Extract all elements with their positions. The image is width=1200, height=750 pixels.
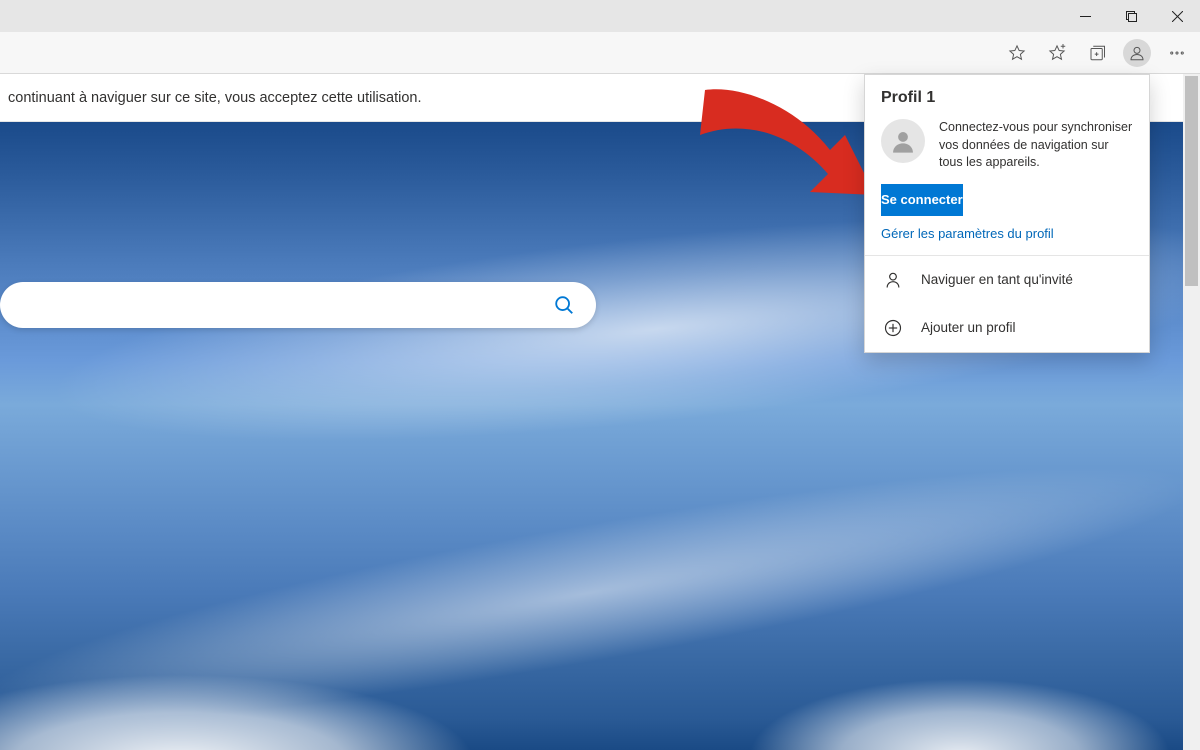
collections-icon (1088, 44, 1106, 62)
favorite-button[interactable] (1000, 36, 1034, 70)
search-icon (553, 294, 575, 316)
cookie-consent-text: continuant à naviguer sur ce site, vous … (8, 90, 421, 106)
scrollbar-thumb[interactable] (1185, 76, 1198, 286)
add-favorite-icon (1048, 44, 1066, 62)
profile-avatar-large (881, 119, 925, 163)
add-profile-label: Ajouter un profil (921, 320, 1016, 335)
close-icon (1172, 11, 1183, 22)
profile-button[interactable] (1120, 36, 1154, 70)
browse-as-guest-item[interactable]: Naviguer en tant qu'invité (865, 256, 1149, 304)
add-favorite-button[interactable] (1040, 36, 1074, 70)
add-profile-item[interactable]: Ajouter un profil (865, 304, 1149, 352)
more-button[interactable] (1160, 36, 1194, 70)
maximize-button[interactable] (1108, 0, 1154, 32)
collections-button[interactable] (1080, 36, 1114, 70)
sign-in-button[interactable]: Se connecter (881, 184, 963, 216)
profile-flyout: Profil 1 Connectez-vous pour synchronise… (864, 74, 1150, 353)
plus-circle-icon (883, 318, 903, 338)
search-box[interactable] (0, 282, 596, 328)
browser-toolbar (0, 32, 1200, 74)
profile-sync-row: Connectez-vous pour synchroniser vos don… (865, 111, 1149, 184)
maximize-icon (1126, 11, 1137, 22)
profile-flyout-title: Profil 1 (865, 75, 1149, 111)
browse-as-guest-label: Naviguer en tant qu'invité (921, 272, 1073, 287)
profile-sync-description: Connectez-vous pour synchroniser vos don… (939, 119, 1133, 172)
search-input[interactable] (20, 297, 544, 314)
sign-in-label: Se connecter (881, 192, 963, 207)
vertical-scrollbar[interactable] (1183, 74, 1200, 750)
decorative-cloud (0, 562, 600, 750)
search-button[interactable] (544, 285, 584, 325)
browser-window: continuant à naviguer sur ce site, vous … (0, 0, 1200, 750)
decorative-cloud (660, 580, 1200, 750)
profile-avatar-icon (1123, 39, 1151, 67)
window-controls (1062, 0, 1200, 32)
manage-profile-link[interactable]: Gérer les paramètres du profil (865, 226, 1149, 255)
more-icon (1168, 44, 1186, 62)
close-button[interactable] (1154, 0, 1200, 32)
minimize-button[interactable] (1062, 0, 1108, 32)
guest-icon (883, 270, 903, 290)
window-titlebar (0, 0, 1200, 32)
manage-profile-label: Gérer les paramètres du profil (881, 226, 1054, 241)
minimize-icon (1080, 11, 1091, 22)
favorite-outline-icon (1008, 44, 1026, 62)
